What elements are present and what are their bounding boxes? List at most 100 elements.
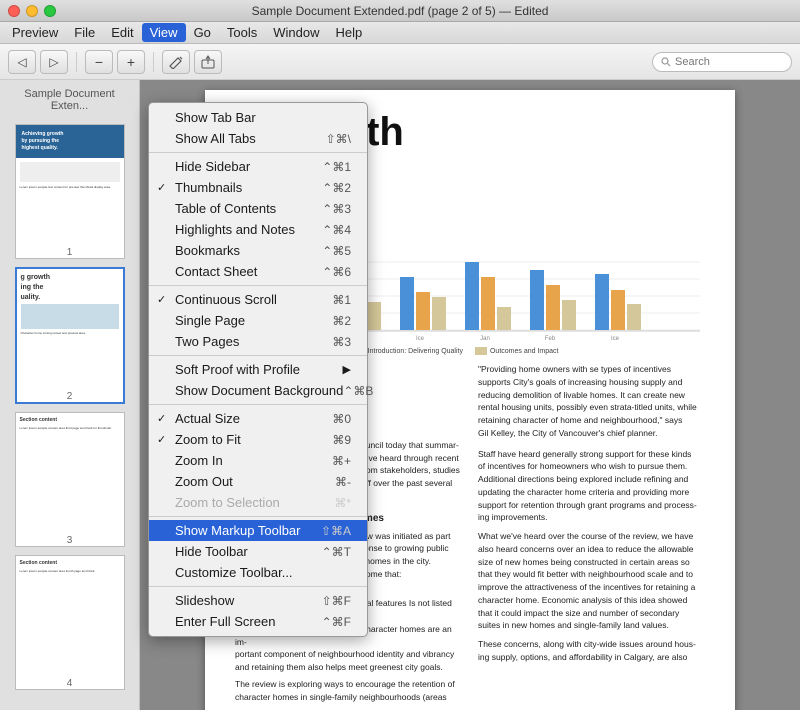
menu-item-shortcut: ⌘9 [332,433,351,447]
toolbar: ◁ ▷ − + [0,44,800,80]
menu-item-label: Thumbnails [175,180,242,195]
legend-item-2: Introduction: Delivering Quality [353,347,463,355]
menu-item-shortcut: ⇧⌘A [321,524,351,538]
search-input[interactable] [675,56,783,68]
menu-item-zoom-to-fit[interactable]: ✓ Zoom to Fit ⌘9 [149,429,367,450]
sidebar: Sample Document Exten... Achieving growt… [0,80,140,710]
menu-item-shortcut: ⌃⌘T [322,545,351,559]
zoom-out-button[interactable]: − [85,50,113,74]
svg-text:Feb: Feb [545,336,556,342]
menu-item-show-all-tabs[interactable]: Show All Tabs ⇧⌘\ [149,128,367,149]
doc-para-5: The review is exploring ways to encourag… [235,678,462,704]
legend-label-2: Introduction: Delivering Quality [368,348,463,355]
toolbar-sep-2 [153,52,154,72]
menu-item-label: Show Markup Toolbar [175,523,301,538]
menu-item-enter-full-screen[interactable]: Enter Full Screen ⌃⌘F [149,611,367,632]
zoom-in-button[interactable]: + [117,50,145,74]
doc-quote: "Providing home owners with se types of … [478,363,705,440]
thumbnail-1[interactable]: Achieving growthby pursuing thehighest q… [15,124,125,259]
thumbnail-1-content: Achieving growthby pursuing thehighest q… [16,125,124,245]
search-box[interactable] [652,52,792,72]
menu-item-two-pages[interactable]: Two Pages ⌘3 [149,331,367,352]
fullscreen-button[interactable] [44,5,56,17]
menu-item-actual-size[interactable]: ✓ Actual Size ⌘0 [149,408,367,429]
sidebar-tab-label: Sample Document Exten... [6,88,133,112]
menu-item-hide-toolbar[interactable]: Hide Toolbar ⌃⌘T [149,541,367,562]
close-button[interactable] [8,5,20,17]
menu-item-label: Single Page [175,313,245,328]
menu-item-label: Bookmarks [175,243,240,258]
menu-bar: Preview File Edit View Go Tools Window H… [0,22,800,44]
menu-edit[interactable]: Edit [103,23,141,42]
menu-item-soft-proof[interactable]: Soft Proof with Profile ▶ [149,359,367,380]
menu-sep-2 [149,285,367,286]
menu-item-label: Zoom to Fit [175,432,241,447]
menu-item-continuous-scroll[interactable]: ✓ Continuous Scroll ⌘1 [149,289,367,310]
menu-item-shortcut: ⌘+ [332,454,351,468]
menu-sep-5 [149,516,367,517]
menu-item-shortcut: ⌘2 [332,314,351,328]
menu-view[interactable]: View [142,23,186,42]
menu-item-highlights-notes[interactable]: Highlights and Notes ⌃⌘4 [149,219,367,240]
menu-item-contact-sheet[interactable]: Contact Sheet ⌃⌘6 [149,261,367,282]
main-area: Sample Document Exten... Achieving growt… [0,80,800,710]
doc-right-column: "Providing home owners with se types of … [478,363,705,703]
menu-item-slideshow[interactable]: Slideshow ⇧⌘F [149,590,367,611]
menu-item-zoom-to-selection[interactable]: Zoom to Selection ⌘* [149,492,367,513]
menu-item-shortcut: ⇧⌘F [322,594,351,608]
nav-back-button[interactable]: ◁ [8,50,36,74]
menu-sep-1 [149,152,367,153]
menu-item-shortcut: ⌃⌘6 [322,265,351,279]
svg-text:Jan: Jan [480,336,490,342]
thumbnail-3[interactable]: Section content Lorem ipsum sample conte… [15,412,125,547]
menu-item-table-of-contents[interactable]: Table of Contents ⌃⌘3 [149,198,367,219]
menu-item-hide-sidebar[interactable]: Hide Sidebar ⌃⌘1 [149,156,367,177]
thumbnail-1-number: 1 [67,247,73,258]
menu-item-bookmarks[interactable]: Bookmarks ⌃⌘5 [149,240,367,261]
menu-preview[interactable]: Preview [4,23,66,42]
menu-help[interactable]: Help [328,23,371,42]
share-button[interactable] [194,50,222,74]
traffic-lights [8,5,56,17]
legend-color-3 [475,347,487,355]
checkmark-icon: ✓ [157,412,166,425]
thumbnail-2-content: g growthing theuality. Character home zo… [17,269,123,389]
nav-forward-button[interactable]: ▷ [40,50,68,74]
menu-item-shortcut: ⌃⌘1 [322,160,351,174]
menu-item-label: Show Document Background [175,383,343,398]
menu-item-shortcut: ⌘* [334,496,351,510]
thumbnail-2[interactable]: g growthing theuality. Character home zo… [15,267,125,404]
minimize-button[interactable] [26,5,38,17]
pen-icon [168,55,184,69]
legend-label-3: Outcomes and Impact [490,348,558,355]
markup-toolbar-button[interactable] [162,50,190,74]
menu-item-show-markup-toolbar[interactable]: Show Markup Toolbar ⇧⌘A [149,520,367,541]
toolbar-sep-1 [76,52,77,72]
menu-tools[interactable]: Tools [219,23,265,42]
menu-item-label: Soft Proof with Profile [175,362,300,377]
menu-item-zoom-in[interactable]: Zoom In ⌘+ [149,450,367,471]
menu-item-label: Actual Size [175,411,240,426]
menu-item-label: Customize Toolbar... [175,565,293,580]
menu-file[interactable]: File [66,23,103,42]
checkmark-icon: ✓ [157,181,166,194]
menu-go[interactable]: Go [186,23,219,42]
menu-item-single-page[interactable]: Single Page ⌘2 [149,310,367,331]
menu-window[interactable]: Window [265,23,327,42]
menu-item-label: Highlights and Notes [175,222,295,237]
menu-item-show-tab-bar[interactable]: Show Tab Bar [149,107,367,128]
thumbnail-4-content: Section content Lorem ipsum sample conte… [16,556,124,676]
menu-item-zoom-out[interactable]: Zoom Out ⌘- [149,471,367,492]
menu-item-label: Contact Sheet [175,264,257,279]
menu-item-thumbnails[interactable]: ✓ Thumbnails ⌃⌘2 [149,177,367,198]
svg-text:Ice: Ice [611,336,620,342]
menu-item-customize-toolbar[interactable]: Customize Toolbar... [149,562,367,583]
menu-item-label: Two Pages [175,334,239,349]
menu-item-shortcut: ⌃⌘3 [322,202,351,216]
menu-item-label: Table of Contents [175,201,276,216]
menu-item-label: Zoom In [175,453,223,468]
menu-item-show-doc-bg[interactable]: Show Document Background ⌃⌘B [149,380,367,401]
doc-right-para-1: Staff have heard generally strong suppor… [478,448,705,525]
menu-item-label: Hide Sidebar [175,159,250,174]
thumbnail-4[interactable]: Section content Lorem ipsum sample conte… [15,555,125,690]
